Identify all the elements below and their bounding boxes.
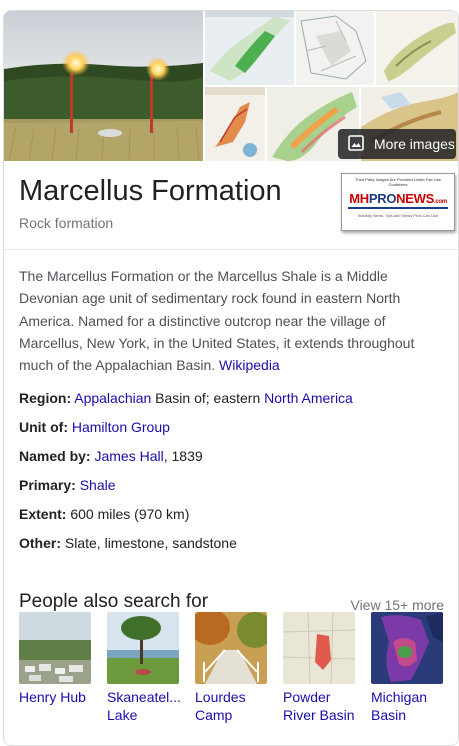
logo-wordmark: MHPRONEWS.com (349, 191, 447, 206)
image-collage[interactable]: More images (4, 11, 458, 161)
logo-underline (348, 207, 448, 209)
pas-label: Michigan Basin (371, 689, 428, 723)
powder-river-basin-thumbnail (283, 612, 355, 684)
wikipedia-link[interactable]: Wikipedia (219, 357, 280, 373)
more-images-label: More images (374, 136, 455, 152)
skaneateles-lake-thumbnail (107, 612, 179, 684)
fact-extent: Extent: 600 miles (970 km) (19, 506, 190, 522)
james-hall-link[interactable]: James Hall (94, 448, 163, 464)
pas-item-lourdes-camp[interactable]: Lourdes Camp (195, 612, 269, 724)
hamilton-group-link[interactable]: Hamilton Group (72, 419, 170, 435)
main-photo-gas-flares[interactable] (4, 11, 203, 161)
gas-flare-photo (4, 11, 203, 161)
north-america-link[interactable]: North America (264, 390, 353, 406)
pas-item-skaneateles-lake[interactable]: Skaneatel... Lake (107, 612, 181, 724)
mhpronews-logo: Third Party Images Are Provided Under Fa… (341, 173, 455, 231)
henry-hub-thumbnail (19, 612, 91, 684)
logo-sub-text: Industry News, Tips and Views Pros Can U… (357, 213, 439, 218)
lourdes-camp-thumbnail (195, 612, 267, 684)
pas-item-henry-hub[interactable]: Henry Hub (19, 612, 93, 706)
map-thumbnail (376, 11, 458, 85)
thumb-map-2[interactable] (296, 11, 374, 85)
people-also-search-title: People also search for (19, 591, 209, 612)
michigan-basin-thumbnail (371, 612, 443, 684)
pas-label: Henry Hub (19, 689, 86, 705)
entity-description: The Marcellus Formation or the Marcellus… (19, 268, 415, 374)
fact-named-by: Named by: James Hall, 1839 (19, 448, 203, 464)
view-more-link[interactable]: View 15+ more (350, 597, 444, 613)
fact-unit-of: Unit of: Hamilton Group (19, 419, 170, 435)
fact-region: Region: Appalachian Basin of; eastern No… (19, 390, 353, 406)
divider (4, 249, 458, 250)
map-thumbnail (205, 11, 294, 85)
more-images-button[interactable]: More images (338, 129, 456, 159)
shale-link[interactable]: Shale (80, 477, 116, 493)
pas-label: Lourdes Camp (195, 689, 246, 723)
map-thumbnail (205, 87, 265, 161)
fact-primary: Primary: Shale (19, 477, 116, 493)
pas-item-michigan-basin[interactable]: Michigan Basin (371, 612, 445, 724)
pas-item-powder-river-basin[interactable]: Powder River Basin (283, 612, 357, 724)
fact-other: Other: Slate, limestone, sandstone (19, 535, 237, 551)
thumb-map-1[interactable] (205, 11, 294, 85)
entity-title: Marcellus Formation (19, 175, 282, 207)
thumb-map-3[interactable] (376, 11, 458, 85)
knowledge-panel: More images Marcellus Formation Rock for… (3, 10, 459, 746)
image-icon (348, 134, 364, 154)
map-thumbnail (296, 11, 374, 85)
logo-top-text: Third Party Images Are Provided Under Fa… (354, 177, 442, 187)
pas-label: Powder River Basin (283, 689, 355, 723)
appalachian-link[interactable]: Appalachian (74, 390, 151, 406)
thumb-map-4[interactable] (205, 87, 265, 161)
entity-subtitle: Rock formation (19, 215, 114, 231)
pas-label: Skaneatel... Lake (107, 689, 181, 723)
